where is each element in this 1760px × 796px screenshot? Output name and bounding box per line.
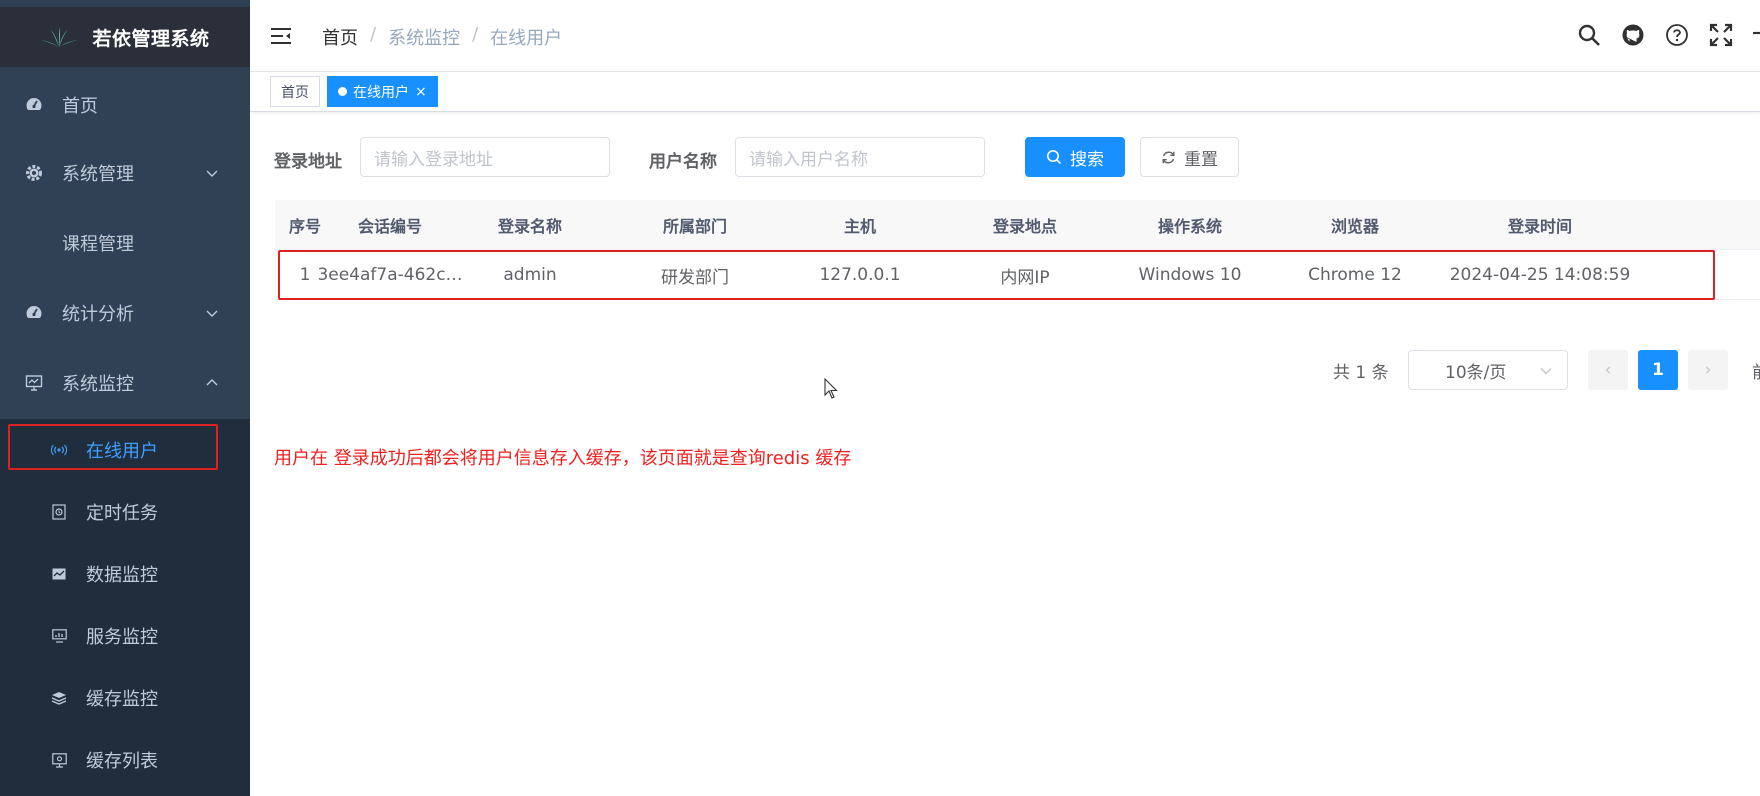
tag-label: 在线用户 [353, 84, 409, 101]
help-icon[interactable] [1664, 22, 1690, 48]
breadcrumb-home[interactable]: 首页 [322, 24, 358, 50]
tag-label: 首页 [281, 84, 309, 101]
column-header: 序号 [288, 217, 321, 236]
submenu-item-label: 定时任务 [86, 503, 158, 524]
sidebar-item-label: 系统管理 [62, 164, 134, 185]
ipaddr-label: 登录地址 [274, 152, 342, 172]
logo[interactable]: 若依管理系统 [0, 7, 250, 67]
logo-icon [41, 27, 78, 47]
username-placeholder: 请输入用户名称 [749, 149, 868, 170]
annotation-note: 用户在 登录成功后都会将用户信息存入缓存，该页面就是查询redis 缓存 [274, 448, 852, 469]
column-header: 登录名称 [497, 217, 562, 236]
submenu-item-job[interactable]: 定时任务 [0, 484, 250, 540]
page-number-button[interactable]: 1 [1638, 350, 1678, 390]
search-button-label: 搜索 [1070, 149, 1104, 170]
tag-online-user[interactable]: 在线用户 × [327, 76, 438, 107]
monitor-icon [24, 373, 44, 393]
active-dot-icon [338, 87, 347, 96]
sidebar-item-label: 课程管理 [62, 234, 134, 255]
reset-button[interactable]: 重置 [1140, 137, 1239, 177]
refresh-icon [1161, 150, 1176, 165]
mouse-cursor-icon [824, 378, 838, 399]
page-size-value: 10条/页 [1445, 362, 1507, 383]
top-navbar: 首页 / 系统监控 / 在线用户 [250, 0, 1760, 72]
chevron-up-icon [206, 379, 218, 386]
gear-icon [24, 163, 44, 183]
chevron-down-icon [206, 310, 218, 317]
breadcrumb-monitor: 系统监控 [388, 28, 461, 49]
table-header: 序号 会话编号 登录名称 所属部门 主机 登录地点 操作系统 浏览器 登录时间 [275, 200, 1760, 250]
sidebar: 若依管理系统 首页 系统管理 课程管理 统计分析 系统监控 在线用户 定时任务 … [0, 0, 250, 796]
fullscreen-icon[interactable] [1708, 22, 1734, 48]
chevron-down-icon [1540, 368, 1552, 375]
submenu-item-cache-list[interactable]: 缓存列表 [0, 732, 250, 788]
username-input[interactable]: 请输入用户名称 [735, 137, 985, 177]
breadcrumb-separator: / [472, 24, 479, 45]
sidebar-item-label: 首页 [62, 96, 98, 117]
column-header: 会话编号 [357, 217, 422, 236]
tags-view: 首页 在线用户 × [250, 72, 1760, 112]
pagination-jumper: 前 [1752, 358, 1760, 383]
breadcrumb: 首页 / 系统监控 / 在线用户 [322, 24, 562, 50]
sidebar-item-label: 统计分析 [62, 304, 134, 325]
sidebar-item-system[interactable]: 系统管理 [0, 145, 250, 201]
search-button[interactable]: 搜索 [1025, 137, 1125, 177]
column-header: 所属部门 [662, 217, 727, 236]
app-screen: 若依管理系统 首页 系统管理 课程管理 统计分析 系统监控 在线用户 定时任务 … [0, 0, 1760, 796]
column-header: 登录时间 [1507, 217, 1572, 236]
chevron-down-icon [206, 170, 218, 177]
submenu-item-label: 服务监控 [86, 627, 158, 648]
column-header: 登录地点 [992, 217, 1057, 236]
sidebar-item-monitor[interactable]: 系统监控 [0, 355, 250, 411]
username-label: 用户名称 [649, 152, 717, 172]
sidebar-item-home[interactable]: 首页 [0, 77, 250, 133]
submenu-item-druid[interactable]: 数据监控 [0, 546, 250, 602]
github-icon[interactable] [1620, 22, 1646, 48]
app-title: 若依管理系统 [92, 27, 210, 50]
breadcrumb-current: 在线用户 [490, 28, 563, 49]
column-header: 操作系统 [1157, 217, 1222, 236]
hamburger-icon[interactable] [270, 26, 292, 46]
sidebar-item-label: 系统监控 [62, 374, 134, 395]
submenu-item-label: 缓存列表 [86, 751, 158, 772]
search-icon[interactable] [1576, 22, 1602, 48]
sidebar-item-stats[interactable]: 统计分析 [0, 285, 250, 341]
dashboard-icon [24, 95, 44, 115]
prev-page-button[interactable]: ‹ [1588, 350, 1628, 390]
search-icon [1046, 149, 1062, 165]
submenu-item-cache[interactable]: 缓存监控 [0, 670, 250, 726]
pagination-total: 共 1 条 [1333, 363, 1389, 383]
breadcrumb-separator: / [370, 24, 377, 45]
column-header: 主机 [843, 217, 876, 236]
page-size-select[interactable]: 10条/页 [1408, 350, 1568, 390]
close-icon[interactable]: × [415, 84, 427, 100]
job-icon [50, 503, 68, 521]
server-icon [50, 627, 68, 645]
column-header: 浏览器 [1330, 217, 1379, 236]
annotation-highlight-row [278, 250, 1715, 300]
reset-button-label: 重置 [1184, 149, 1218, 170]
sidebar-item-course[interactable]: 课程管理 [0, 215, 250, 271]
redis-icon [50, 689, 68, 707]
druid-icon [50, 565, 68, 583]
submenu-item-label: 缓存监控 [86, 689, 158, 710]
annotation-highlight-sidebar [8, 424, 218, 470]
navbar-icons [1576, 22, 1760, 48]
submenu-item-label: 数据监控 [86, 565, 158, 586]
next-page-button[interactable]: › [1688, 350, 1728, 390]
tag-home[interactable]: 首页 [270, 76, 320, 107]
redis-list-icon [50, 751, 68, 769]
submenu-item-server[interactable]: 服务监控 [0, 608, 250, 664]
size-icon[interactable] [1752, 22, 1760, 48]
ipaddr-placeholder: 请输入登录地址 [374, 149, 493, 170]
ipaddr-input[interactable]: 请输入登录地址 [360, 137, 610, 177]
dashboard-icon [24, 303, 44, 323]
